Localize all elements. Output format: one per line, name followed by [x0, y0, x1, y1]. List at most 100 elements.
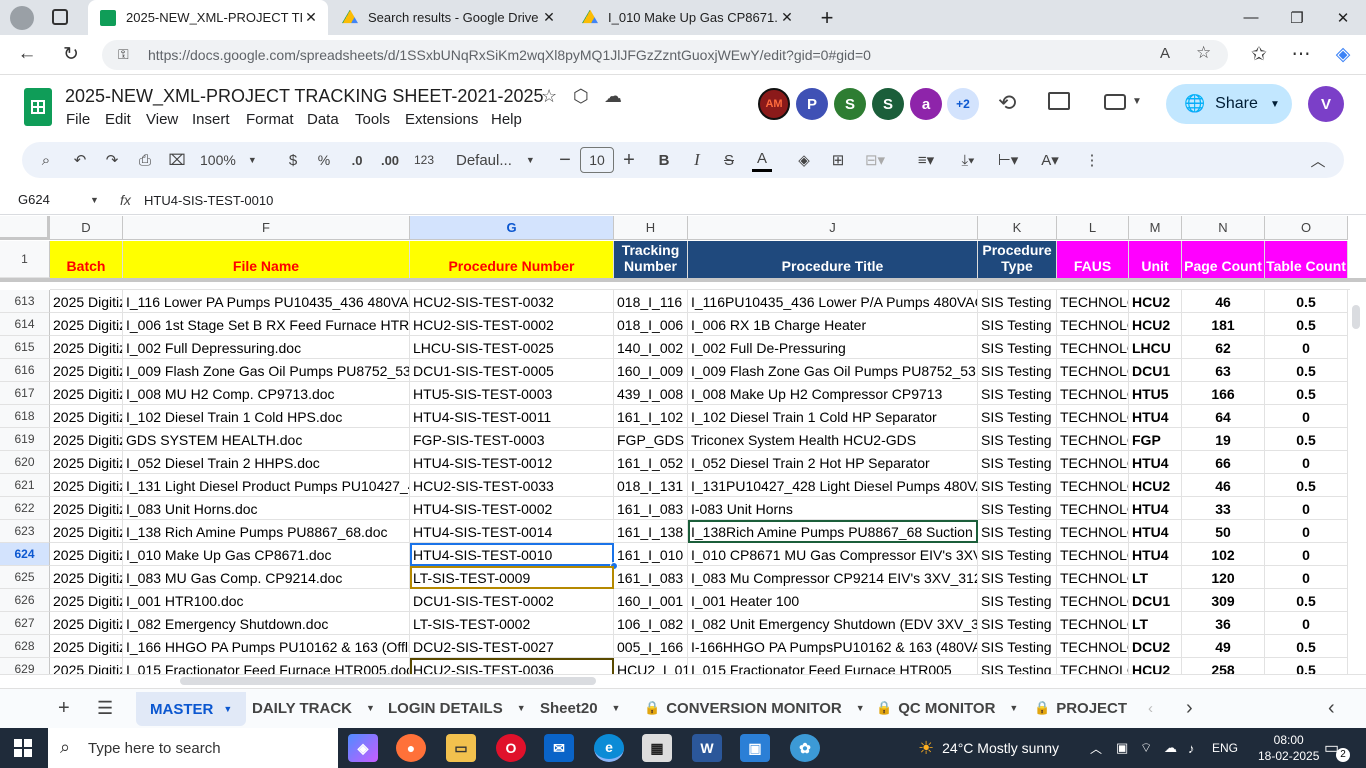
table-cell[interactable]: 2025 Digitiz	[50, 520, 123, 543]
table-cell[interactable]: TECHNOLO	[1057, 451, 1129, 474]
collaborator-avatar[interactable]: S	[834, 88, 866, 120]
table-cell[interactable]: 161_I_083	[614, 497, 688, 520]
table-cell[interactable]: I-083 Unit Horns	[688, 497, 978, 520]
sheet-tab-master[interactable]: MASTER ▼	[136, 692, 247, 726]
collaborator-avatar[interactable]: S	[872, 88, 904, 120]
table-cell[interactable]: 0	[1265, 405, 1348, 428]
table-cell[interactable]: 0.5	[1265, 290, 1348, 313]
table-cell[interactable]: I_116 Lower PA Pumps PU10435_436 480VAC.…	[123, 290, 410, 313]
table-cell[interactable]: I_009 Flash Zone Gas Oil Pumps PU8752_53…	[123, 359, 410, 382]
row-header[interactable]: 617	[0, 382, 50, 405]
menu-data[interactable]: Data	[307, 111, 339, 128]
table-cell[interactable]: TECHNOLO	[1057, 543, 1129, 566]
header-cell[interactable]: Page Count	[1182, 241, 1265, 278]
table-cell[interactable]: HTU4-SIS-TEST-0012	[410, 451, 614, 474]
table-cell[interactable]: 66	[1182, 451, 1265, 474]
scroll-tabs-right-icon[interactable]: ›	[1186, 696, 1193, 720]
app-icon[interactable]: ✿	[790, 734, 820, 762]
more-formats-button[interactable]: 123	[412, 148, 436, 172]
table-cell[interactable]: 46	[1182, 290, 1265, 313]
copilot-taskbar-icon[interactable]: ◈	[348, 734, 378, 762]
table-cell[interactable]: 2025 Digitiz	[50, 474, 123, 497]
table-cell[interactable]: 2025 Digitiz	[50, 290, 123, 313]
table-cell[interactable]: DCU2	[1129, 635, 1182, 658]
star-icon[interactable]: ☆	[541, 86, 557, 107]
table-cell[interactable]: HCU2-SIS-TEST-0033	[410, 474, 614, 497]
table-cell[interactable]: 2025 Digitiz	[50, 382, 123, 405]
table-cell[interactable]: HCU2	[1129, 290, 1182, 313]
row-header[interactable]: 618	[0, 405, 50, 428]
menu-insert[interactable]: Insert	[192, 111, 230, 128]
language-indicator[interactable]: ENG	[1212, 728, 1238, 768]
table-cell[interactable]: TECHNOLO	[1057, 566, 1129, 589]
column-header-m[interactable]: M	[1129, 216, 1182, 240]
table-cell[interactable]: I_002 Full De-Pressuring	[688, 336, 978, 359]
column-header-f[interactable]: F	[123, 216, 410, 240]
table-cell[interactable]: HTU4-SIS-TEST-0002	[410, 497, 614, 520]
row-header[interactable]: 627	[0, 612, 50, 635]
table-cell[interactable]: SIS Testing	[978, 336, 1057, 359]
header-cell[interactable]: File Name	[123, 241, 410, 278]
firefox-icon[interactable]: ●	[396, 734, 426, 762]
increase-decimal-button[interactable]: .00	[378, 148, 402, 172]
table-cell[interactable]: DCU1	[1129, 589, 1182, 612]
formula-input[interactable]: HTU4-SIS-TEST-0010	[144, 193, 273, 208]
remote-desktop-icon[interactable]: ▣	[740, 734, 770, 762]
meet-icon[interactable]	[1104, 94, 1126, 110]
tab-actions-icon[interactable]	[52, 9, 68, 25]
weather-widget[interactable]: ☀ 24°C Mostly sunny	[918, 728, 1059, 768]
table-cell[interactable]: I_138Rich Amine Pumps PU8867_68 Suction …	[688, 520, 978, 543]
more-tools-icon[interactable]: ⋮	[1084, 148, 1100, 172]
table-cell[interactable]: 005_I_166	[614, 635, 688, 658]
table-cell[interactable]: I_083 Mu Compressor CP9214 EIV's 3XV_312…	[688, 566, 978, 589]
table-cell[interactable]: 0	[1265, 612, 1348, 635]
table-cell[interactable]: 0	[1265, 566, 1348, 589]
table-cell[interactable]: I_116PU10435_436 Lower P/A Pumps 480VAC	[688, 290, 978, 313]
column-header-g[interactable]: G	[410, 216, 614, 240]
table-cell[interactable]: I_001 Heater 100	[688, 589, 978, 612]
percent-format-button[interactable]: %	[314, 148, 334, 172]
table-cell[interactable]: 2025 Digitiz	[50, 612, 123, 635]
menu-format[interactable]: Format	[246, 111, 294, 128]
table-cell[interactable]: 2025 Digitiz	[50, 428, 123, 451]
table-cell[interactable]: I_002 Full Depressuring.doc	[123, 336, 410, 359]
table-cell[interactable]: I_131PU10427_428 Light Diesel Pumps 480V…	[688, 474, 978, 497]
print-icon[interactable]: ⎙	[134, 148, 156, 172]
table-cell[interactable]: TECHNOLO	[1057, 313, 1129, 336]
fill-handle[interactable]	[610, 562, 618, 570]
table-cell[interactable]: I_138 Rich Amine Pumps PU8867_68.doc	[123, 520, 410, 543]
menu-tools[interactable]: Tools	[355, 111, 390, 128]
column-header-j[interactable]: J	[688, 216, 978, 240]
column-header-h[interactable]: H	[614, 216, 688, 240]
table-cell[interactable]: I_052 Diesel Train 2 Hot HP Separator	[688, 451, 978, 474]
table-cell[interactable]: 62	[1182, 336, 1265, 359]
table-cell[interactable]: I_010 CP8671 MU Gas Compressor EIV's 3XV…	[688, 543, 978, 566]
text-rotation-icon[interactable]: A▾	[1034, 148, 1066, 172]
table-cell[interactable]: I_083 MU Gas Comp. CP9214.doc	[123, 566, 410, 589]
table-cell[interactable]: 46	[1182, 474, 1265, 497]
sheet-tab-sheet20[interactable]: Sheet20 ▼	[540, 696, 620, 720]
row-header[interactable]: 620	[0, 451, 50, 474]
table-cell[interactable]: FGP_GDS	[614, 428, 688, 451]
row-header[interactable]: 615	[0, 336, 50, 359]
table-cell[interactable]: 161_I_102	[614, 405, 688, 428]
table-cell[interactable]: HTU5-SIS-TEST-0003	[410, 382, 614, 405]
close-icon[interactable]: ✕	[540, 9, 558, 26]
table-cell[interactable]: 160_I_009	[614, 359, 688, 382]
table-cell[interactable]: TECHNOLO	[1057, 474, 1129, 497]
menu-view[interactable]: View	[146, 111, 178, 128]
refresh-icon[interactable]: ↻	[56, 39, 86, 69]
table-cell[interactable]: 0	[1265, 543, 1348, 566]
table-cell[interactable]: HCU2	[1129, 474, 1182, 497]
volume-icon[interactable]: ♪	[1188, 728, 1195, 768]
table-cell[interactable]: TECHNOLO	[1057, 336, 1129, 359]
browser-tab-doc[interactable]: I_010 Make Up Gas CP8671.doc - ✕	[570, 0, 804, 35]
all-sheets-icon[interactable]: ☰	[97, 696, 113, 720]
horizontal-align-icon[interactable]: ≡▾	[910, 148, 942, 172]
table-cell[interactable]: TECHNOLO	[1057, 382, 1129, 405]
table-cell[interactable]: 161_I_052	[614, 451, 688, 474]
row-header[interactable]: 624	[0, 543, 50, 566]
back-arrow-icon[interactable]: ←	[12, 39, 42, 69]
table-cell[interactable]: Triconex System Health HCU2-GDS	[688, 428, 978, 451]
share-button[interactable]: 🌐 Share ▼	[1166, 84, 1292, 124]
